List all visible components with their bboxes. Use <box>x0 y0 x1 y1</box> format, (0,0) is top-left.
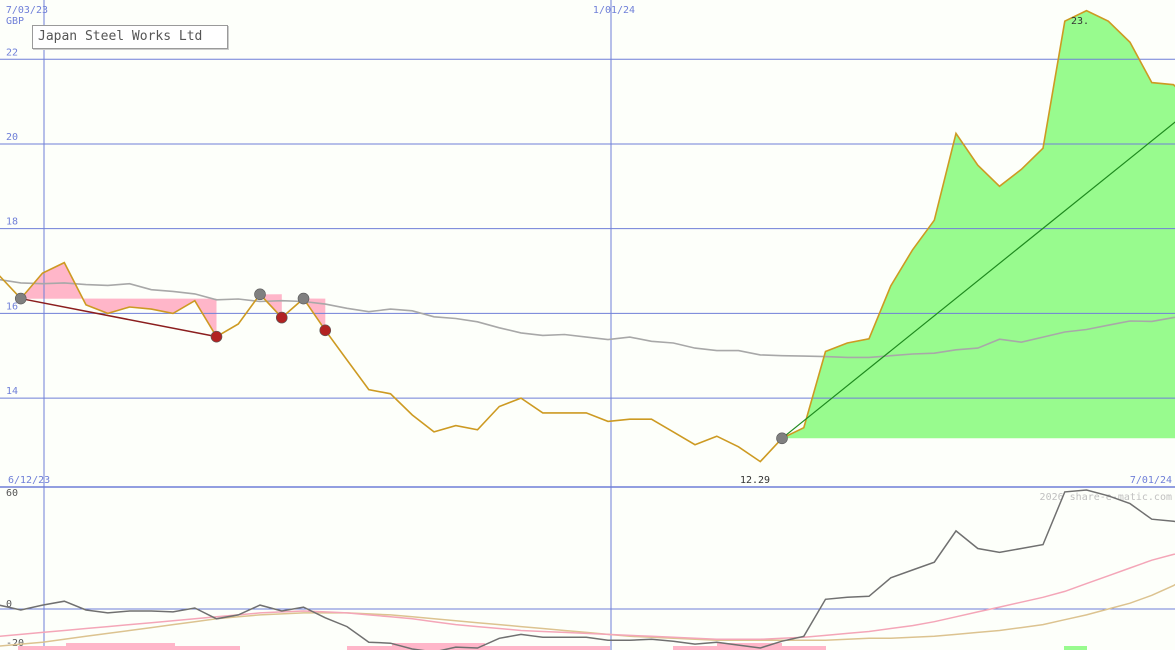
buy-marker <box>776 432 788 445</box>
sell-marker <box>275 311 288 324</box>
osc-bar <box>392 643 485 650</box>
bottom-date-label: 7/01/24 <box>1130 475 1172 486</box>
price-tick-label: 22 <box>6 47 18 58</box>
top-date-label: 1/01/24 <box>593 5 635 16</box>
osc-tick-label: 60 <box>6 488 18 499</box>
high-value-label: 23. <box>1071 16 1089 27</box>
sell-marker <box>319 324 332 337</box>
currency-label: GBP <box>6 16 24 27</box>
price-tick-label: 14 <box>6 386 18 397</box>
sell-marker <box>210 330 223 343</box>
watermark: 2026 share-e-matic.com <box>1040 492 1172 503</box>
low-value-label: 12.29 <box>740 475 770 486</box>
price-chart: GBP 14 16 18 20 22 7/03/23 1/01/24 6/12/23 7/01/2… <box>0 0 1175 650</box>
price-tick-label: 16 <box>6 301 18 312</box>
buy-marker <box>297 292 310 305</box>
buy-marker <box>254 288 266 301</box>
chart-title-box: Japan Steel Works Ltd <box>32 25 228 49</box>
price-tick-label: 20 <box>6 132 18 143</box>
bottom-date-label: 6/12/23 <box>8 475 50 486</box>
chart-title: Japan Steel Works Ltd <box>38 29 203 44</box>
osc-bar <box>1064 646 1087 650</box>
top-date-label: 7/03/23 <box>6 5 48 16</box>
price-tick-label: 18 <box>6 217 18 228</box>
osc-bar <box>66 643 175 650</box>
